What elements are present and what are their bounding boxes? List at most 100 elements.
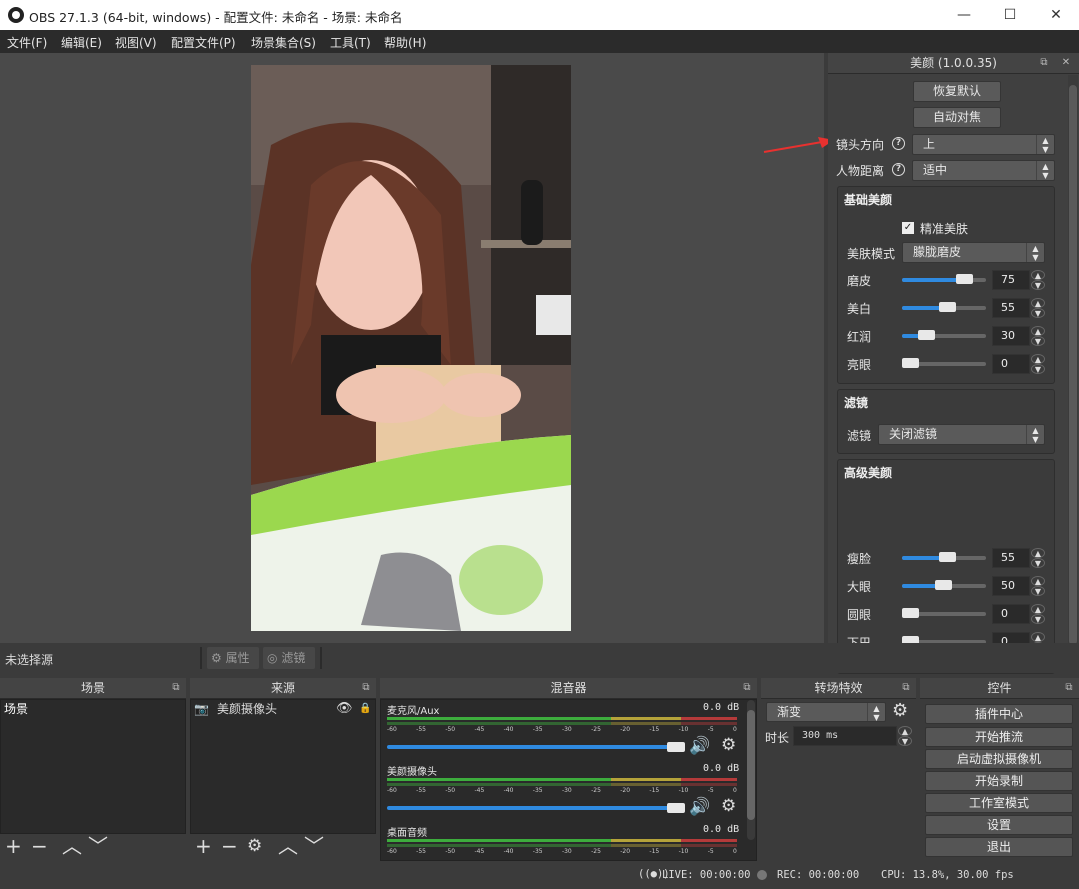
- menu-file[interactable]: 文件(F): [7, 34, 47, 51]
- move-down-icon[interactable]: ﹀: [304, 836, 324, 856]
- maximize-button[interactable]: ☐: [987, 0, 1033, 30]
- slider-track[interactable]: [902, 302, 986, 312]
- menu-tools[interactable]: 工具(T): [330, 34, 371, 51]
- gear-icon[interactable]: ⚙: [721, 735, 736, 755]
- reset-default-button[interactable]: 恢复默认: [913, 81, 1001, 102]
- audio-meter: [387, 722, 737, 725]
- spinner-arrows-icon[interactable]: ▲▼: [1031, 354, 1045, 374]
- spinner-arrows-icon[interactable]: ▲▼: [1031, 576, 1045, 596]
- gear-icon[interactable]: ⚙: [247, 836, 262, 856]
- slider-track[interactable]: [902, 552, 986, 562]
- filters-button[interactable]: ◎ 滤镜: [263, 647, 315, 669]
- menu-edit[interactable]: 编辑(E): [61, 34, 102, 51]
- menu-view[interactable]: 视图(V): [115, 34, 157, 51]
- slider-handle[interactable]: [939, 552, 956, 562]
- spinner-arrows-icon[interactable]: ▲▼: [1031, 548, 1045, 568]
- mixer-scrollbar[interactable]: [747, 700, 755, 840]
- panel-scrollbar[interactable]: [1068, 75, 1078, 673]
- gear-icon[interactable]: ⚙: [892, 700, 908, 721]
- slider-handle[interactable]: [902, 358, 919, 368]
- meter-scale-tick: -35: [532, 787, 543, 794]
- duration-input[interactable]: 300 ms: [793, 726, 897, 746]
- menu-help[interactable]: 帮助(H): [384, 34, 426, 51]
- add-icon[interactable]: +: [195, 836, 212, 856]
- add-icon[interactable]: +: [5, 836, 22, 856]
- help-icon[interactable]: ?: [892, 163, 905, 176]
- scenes-list[interactable]: 场景: [0, 699, 186, 834]
- close-icon[interactable]: ✕: [1060, 57, 1072, 69]
- spinner-arrows-icon[interactable]: ▲▼: [1031, 270, 1045, 290]
- menu-scene-collection[interactable]: 场景集合(S): [251, 34, 316, 51]
- precise-checkbox[interactable]: ✓: [902, 222, 914, 234]
- record-dot-icon: [757, 870, 767, 880]
- move-up-icon[interactable]: ︿: [278, 836, 298, 856]
- lock-icon[interactable]: 🔒: [359, 700, 371, 718]
- float-icon[interactable]: ⧉: [170, 682, 182, 694]
- float-icon[interactable]: ⧉: [900, 682, 912, 694]
- camera-direction-select[interactable]: 上 ▲ ▼: [912, 134, 1055, 155]
- speaker-icon[interactable]: 🔊: [689, 797, 710, 817]
- sources-list[interactable]: 📷 美颜摄像头 👁 🔒: [190, 699, 376, 834]
- slider-value-input[interactable]: 55: [992, 548, 1030, 568]
- slider-value-input[interactable]: 30: [992, 326, 1030, 346]
- help-icon[interactable]: ?: [892, 137, 905, 150]
- slider-handle[interactable]: [939, 302, 956, 312]
- list-item[interactable]: 📷 美颜摄像头 👁 🔒: [191, 700, 375, 718]
- float-icon[interactable]: ⧉: [360, 682, 372, 694]
- float-icon[interactable]: ⧉: [1063, 682, 1075, 694]
- list-item[interactable]: 场景: [1, 700, 185, 718]
- volume-handle[interactable]: [667, 803, 685, 813]
- sources-dock: 来源 ⧉ 📷 美颜摄像头 👁 🔒 + − ⚙ ︿ ﹀: [190, 678, 376, 861]
- start-streaming-button[interactable]: 开始推流: [925, 727, 1073, 747]
- start-virtual-camera-button[interactable]: 启动虚拟摄像机: [925, 749, 1073, 769]
- skin-mode-select[interactable]: 朦胧磨皮 ▲ ▼: [902, 242, 1045, 263]
- transition-select[interactable]: 渐变 ▲ ▼: [766, 702, 886, 722]
- duration-spinner[interactable]: ▲ ▼: [898, 726, 912, 746]
- slider-track[interactable]: [902, 274, 986, 284]
- slider-track[interactable]: [902, 580, 986, 590]
- properties-button[interactable]: ⚙ 属性: [207, 647, 259, 669]
- gear-icon[interactable]: ⚙: [721, 796, 736, 816]
- settings-button[interactable]: 设置: [925, 815, 1073, 835]
- slider-handle[interactable]: [935, 580, 952, 590]
- close-button[interactable]: ✕: [1033, 0, 1079, 30]
- float-icon[interactable]: ⧉: [741, 682, 753, 694]
- slider-value-input[interactable]: 55: [992, 298, 1030, 318]
- menu-profile[interactable]: 配置文件(P): [171, 34, 236, 51]
- exit-button[interactable]: 退出: [925, 837, 1073, 857]
- scenes-header: 场景 ⧉: [0, 678, 186, 699]
- distance-select[interactable]: 适中 ▲ ▼: [912, 160, 1055, 181]
- slider-track[interactable]: [902, 608, 986, 618]
- slider-value-input[interactable]: 75: [992, 270, 1030, 290]
- volume-handle[interactable]: [667, 742, 685, 752]
- obs-logo-icon: [8, 7, 24, 23]
- speaker-icon[interactable]: 🔊: [689, 736, 710, 756]
- eye-icon[interactable]: 👁: [336, 700, 353, 718]
- slider-value-input[interactable]: 0: [992, 604, 1030, 624]
- volume-slider[interactable]: [387, 745, 677, 749]
- studio-mode-button[interactable]: 工作室模式: [925, 793, 1073, 813]
- filter-select[interactable]: 关闭滤镜 ▲ ▼: [878, 424, 1045, 445]
- slider-track[interactable]: [902, 330, 986, 340]
- remove-icon[interactable]: −: [31, 836, 48, 856]
- minimize-button[interactable]: —: [941, 0, 987, 30]
- move-down-icon[interactable]: ﹀: [88, 836, 108, 856]
- meter-scale: -60 -55 -50 -45 -40 -35 -30 -25 -20 -15 -10 -5 0: [387, 726, 737, 733]
- plugin-center-button[interactable]: 插件中心: [925, 704, 1073, 724]
- slider-handle[interactable]: [956, 274, 973, 284]
- slider-handle[interactable]: [902, 608, 919, 618]
- volume-slider[interactable]: [387, 806, 677, 810]
- slider-handle[interactable]: [918, 330, 935, 340]
- move-up-icon[interactable]: ︿: [62, 836, 82, 856]
- remove-icon[interactable]: −: [221, 836, 238, 856]
- start-recording-button[interactable]: 开始录制: [925, 771, 1073, 791]
- autofocus-button[interactable]: 自动对焦: [913, 107, 1001, 128]
- slider-track[interactable]: [902, 358, 986, 368]
- float-icon[interactable]: ⧉: [1038, 57, 1050, 69]
- slider-value-input[interactable]: 0: [992, 354, 1030, 374]
- slider-value-input[interactable]: 50: [992, 576, 1030, 596]
- spinner-arrows-icon[interactable]: ▲▼: [1031, 326, 1045, 346]
- spinner-arrows-icon[interactable]: ▲▼: [1031, 298, 1045, 318]
- spinner-arrows-icon[interactable]: ▲▼: [1031, 604, 1045, 624]
- meter-scale-tick: -45: [474, 848, 485, 855]
